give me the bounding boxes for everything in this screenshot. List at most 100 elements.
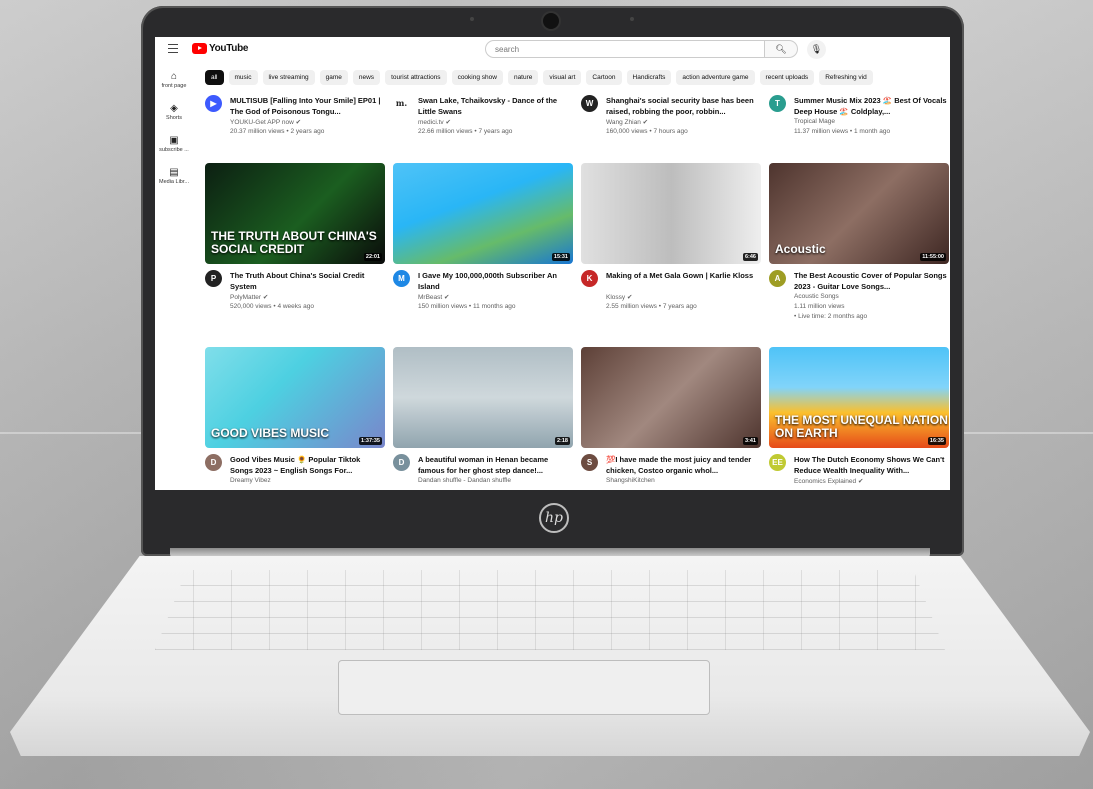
video-thumbnail[interactable]: 3:41 [581, 347, 761, 448]
video-card[interactable]: 2:18 D A beautiful woman in Henan became f… [393, 347, 573, 490]
keyboard [155, 570, 945, 650]
voice-search-button[interactable]: 🎙︎ [807, 40, 826, 59]
video-title[interactable]: Shanghai's social security base has been… [606, 95, 761, 117]
chip[interactable]: recent uploads [759, 70, 815, 85]
video-card[interactable]: 3:41 S 💯I have made the most juicy and ten… [581, 347, 761, 490]
video-thumbnail[interactable]: Acoustic 11:55:00 [769, 163, 949, 264]
video-card[interactable]: THE TRUTH ABOUT CHINA'S SOCIAL CREDIT 22:… [205, 163, 385, 310]
channel-name[interactable]: Dandan shuffle - Dandan shuffle [418, 477, 511, 484]
video-title[interactable]: Summer Music Mix 2023 🏖️ Best Of Vocals … [794, 95, 949, 117]
youtube-logo[interactable]: YouTube [192, 43, 249, 54]
video-thumbnail[interactable]: 15:31 [393, 163, 573, 264]
home-icon: ⌂ [170, 71, 178, 82]
video-title[interactable]: The Best Acoustic Cover of Popular Songs… [794, 270, 949, 292]
sidebar-item[interactable]: ▤ Media Libr... [155, 167, 193, 185]
chip[interactable]: game [319, 70, 348, 85]
video-stats: 520,000 views • 4 weeks ago [230, 303, 314, 310]
duration-badge: 15:31 [551, 253, 570, 261]
video-card[interactable]: ▶ MULTISUB [Falling Into Your Smile] EP01… [205, 95, 385, 135]
chip[interactable]: cooking show [451, 70, 503, 85]
channel-avatar[interactable]: m. [393, 95, 410, 112]
top-bar: YouTube search 🔍︎ 🎙︎ [155, 37, 950, 63]
video-thumbnail[interactable]: 2:18 [393, 347, 573, 448]
duration-badge: 11:55:00 [920, 253, 946, 261]
video-title[interactable]: Good Vibes Music 🌻 Popular Tiktok Songs … [230, 454, 385, 476]
chip[interactable]: music [228, 70, 258, 85]
channel-avatar[interactable]: K [581, 270, 598, 287]
chip[interactable]: Handicrafts [626, 70, 672, 85]
video-title[interactable]: Making of a Met Gala Gown | Karlie Kloss [606, 270, 761, 281]
video-card[interactable]: m. Swan Lake, Tchaikovsky - Dance of the … [393, 95, 573, 135]
chip[interactable]: Cartoon [586, 70, 622, 85]
video-card[interactable]: THE MOST UNEQUAL NATION ON EARTH 16:35 EE H… [769, 347, 949, 490]
search-input[interactable]: search [485, 40, 765, 58]
video-card[interactable]: 6:46 K Making of a Met Gala Gown | Karlie … [581, 163, 761, 310]
duration-badge: 2:18 [554, 437, 570, 445]
channel-avatar[interactable]: D [205, 454, 222, 471]
channel-avatar[interactable]: W [581, 95, 598, 112]
chip[interactable]: Refreshing vid [819, 70, 873, 85]
channel-name[interactable]: Acoustic Songs [794, 293, 839, 300]
channel-name[interactable]: Dreamy Vibez [230, 477, 271, 484]
video-title[interactable]: A beautiful woman in Henan became famous… [418, 454, 573, 476]
sidebar: ⌂ front page ◈ Shorts ▣ subscribe ... ▤ Media L… [155, 71, 193, 199]
video-title[interactable]: MULTISUB [Falling Into Your Smile] EP01 … [230, 95, 385, 117]
channel-avatar[interactable]: ▶ [205, 95, 222, 112]
video-thumbnail[interactable]: GOOD VIBES MUSIC 1:37:35 [205, 347, 385, 448]
channel-avatar[interactable]: S [581, 454, 598, 471]
sidebar-item[interactable]: ⌂ front page [155, 71, 193, 89]
video-card[interactable]: T Summer Music Mix 2023 🏖️ Best Of Vocals… [769, 95, 949, 135]
video-title[interactable]: 💯I have made the most juicy and tender c… [606, 454, 761, 476]
sidebar-item-label: front page [161, 83, 187, 89]
sidebar-item[interactable]: ◈ Shorts [155, 103, 193, 121]
channel-avatar[interactable]: P [205, 270, 222, 287]
menu-icon[interactable] [168, 44, 178, 53]
video-thumbnail[interactable]: THE TRUTH ABOUT CHINA'S SOCIAL CREDIT 22:… [205, 163, 385, 264]
thumbnail-text: Acoustic [775, 242, 826, 256]
chip[interactable]: news [352, 70, 381, 85]
channel-name[interactable]: Wang Zhian ✔ [606, 118, 648, 126]
channel-name[interactable]: medici.tv ✔ [418, 118, 451, 126]
chip[interactable]: visual art [543, 70, 582, 85]
channel-name[interactable]: YOUKU-Get APP now ✔ [230, 118, 301, 126]
sidebar-item-label: Shorts [166, 115, 182, 121]
video-meta: D Good Vibes Music 🌻 Popular Tiktok Songs… [205, 454, 385, 490]
video-thumbnail[interactable]: THE MOST UNEQUAL NATION ON EARTH 16:35 [769, 347, 949, 448]
channel-name[interactable]: Tropical Mage [794, 118, 835, 125]
chip[interactable]: live streaming [262, 70, 315, 85]
chip[interactable]: tourist attractions [385, 70, 447, 85]
video-card[interactable]: W Shanghai's social security base has bee… [581, 95, 761, 135]
video-card[interactable]: GOOD VIBES MUSIC 1:37:35 D Good Vibes Music… [205, 347, 385, 490]
channel-name[interactable]: Klossy ✔ [606, 293, 632, 301]
chip[interactable]: nature [507, 70, 539, 85]
channel-name[interactable]: Economics Explained ✔ [794, 477, 863, 485]
search-button[interactable]: 🔍︎ [765, 40, 798, 58]
video-title[interactable]: I Gave My 100,000,000th Subscriber An Is… [418, 270, 573, 292]
video-stats: 22.66 million views • 7 years ago [418, 128, 513, 135]
video-title[interactable]: How The Dutch Economy Shows We Can't Red… [794, 454, 949, 476]
channel-avatar[interactable]: D [393, 454, 410, 471]
video-title[interactable]: The Truth About China's Social Credit Sy… [230, 270, 385, 292]
channel-name[interactable]: PolyMatter ✔ [230, 293, 268, 301]
video-stats: 1.11 million views [794, 303, 845, 310]
video-card[interactable]: 15:31 M I Gave My 100,000,000th Subscriber… [393, 163, 573, 310]
webcam [543, 13, 559, 29]
video-card[interactable]: Acoustic 11:55:00 A The Best Acoustic Cover… [769, 163, 949, 320]
channel-name[interactable]: MrBeast ✔ [418, 293, 449, 301]
chip[interactable]: all [205, 70, 224, 85]
duration-badge: 22:01 [363, 253, 382, 261]
channel-avatar[interactable]: T [769, 95, 786, 112]
video-meta: M I Gave My 100,000,000th Subscriber An I… [393, 270, 573, 310]
video-title[interactable]: Swan Lake, Tchaikovsky - Dance of the Li… [418, 95, 573, 117]
chip[interactable]: action adventure game [676, 70, 755, 85]
channel-avatar[interactable]: EE [769, 454, 786, 471]
sensor-dot [630, 17, 634, 21]
channel-name[interactable]: ShangshiKitchen [606, 477, 655, 484]
sidebar-item-label: subscribe ... [159, 147, 189, 153]
channel-avatar[interactable]: A [769, 270, 786, 287]
sidebar-item[interactable]: ▣ subscribe ... [155, 135, 193, 153]
duration-badge: 1:37:35 [359, 437, 382, 445]
video-meta: S 💯I have made the most juicy and tender … [581, 454, 761, 490]
video-thumbnail[interactable]: 6:46 [581, 163, 761, 264]
channel-avatar[interactable]: M [393, 270, 410, 287]
